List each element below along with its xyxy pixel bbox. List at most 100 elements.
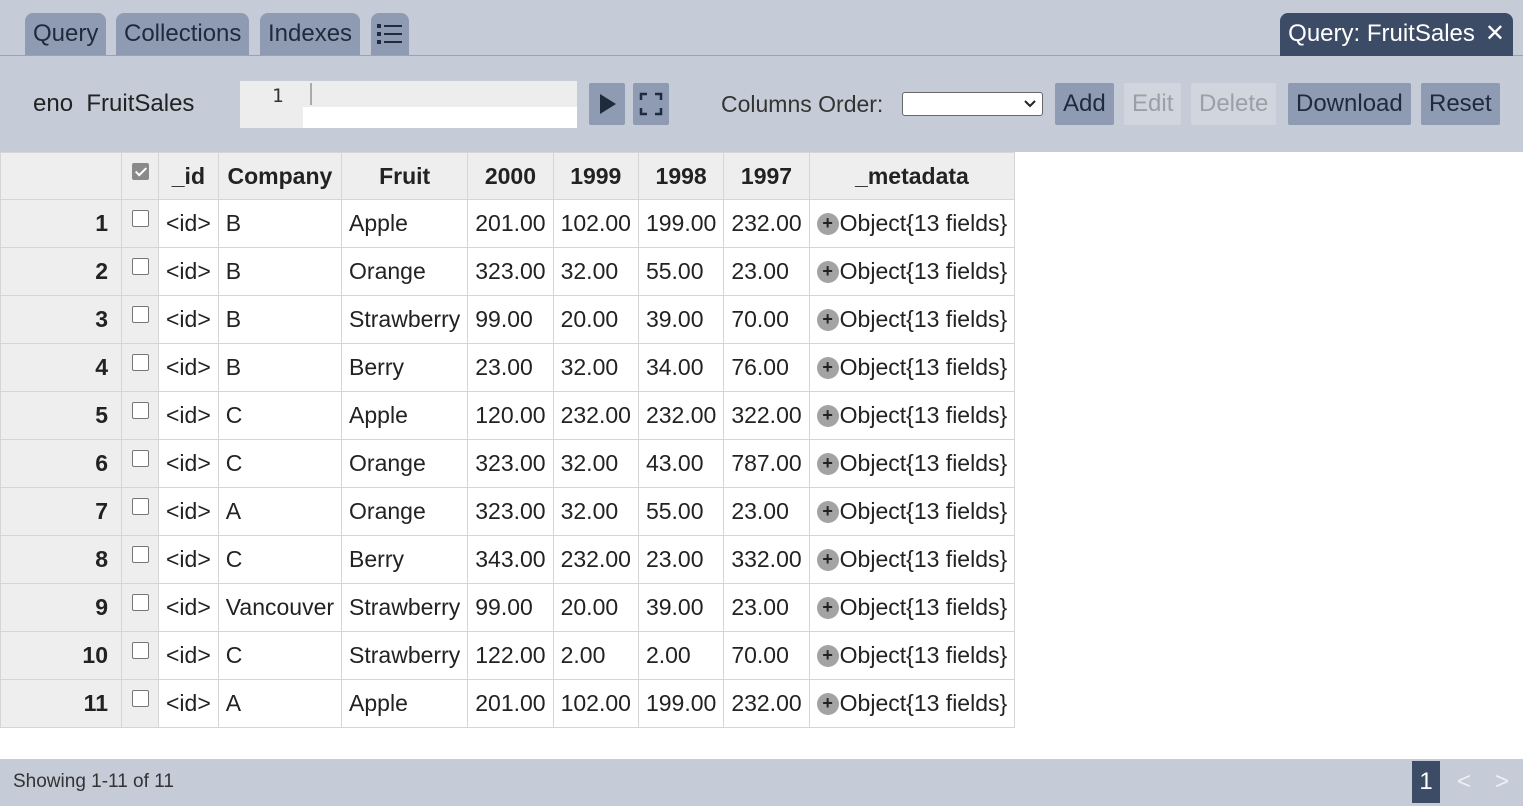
table-row[interactable]: 10 <id> C Strawberry 122.00 2.00 2.00 70.00 + Obj… bbox=[0, 631, 1016, 680]
cell-1998[interactable]: 34.00 bbox=[637, 343, 725, 392]
cell-metadata[interactable]: + Object{13 fields} bbox=[808, 535, 1016, 584]
cell-id[interactable]: <id> bbox=[158, 247, 219, 296]
cell-id[interactable]: <id> bbox=[158, 439, 219, 488]
cell-fruit[interactable]: Strawberry bbox=[341, 631, 469, 680]
run-query-button[interactable] bbox=[589, 83, 625, 125]
column-header[interactable]: 1998 bbox=[637, 152, 725, 200]
cell-2000[interactable]: 323.00 bbox=[467, 439, 554, 488]
row-checkbox[interactable] bbox=[131, 258, 149, 275]
column-header[interactable]: _metadata bbox=[808, 152, 1016, 200]
fullscreen-button[interactable] bbox=[633, 83, 669, 125]
cell-company[interactable]: B bbox=[217, 247, 343, 296]
cell-company[interactable]: A bbox=[217, 679, 343, 728]
row-checkbox[interactable] bbox=[131, 450, 149, 467]
cell-company[interactable]: C bbox=[217, 391, 343, 440]
cell-fruit[interactable]: Orange bbox=[341, 439, 469, 488]
cell-id[interactable]: <id> bbox=[158, 391, 219, 440]
cell-fruit[interactable]: Strawberry bbox=[341, 583, 469, 632]
cell-1999[interactable]: 20.00 bbox=[552, 583, 639, 632]
cell-1998[interactable]: 39.00 bbox=[637, 295, 725, 344]
cell-1999[interactable]: 32.00 bbox=[552, 439, 639, 488]
cell-1998[interactable]: 2.00 bbox=[637, 631, 725, 680]
cell-metadata[interactable]: + Object{13 fields} bbox=[808, 199, 1016, 248]
cell-1997[interactable]: 232.00 bbox=[723, 199, 810, 248]
cell-fruit[interactable]: Orange bbox=[341, 487, 469, 536]
query-editor[interactable]: 1 bbox=[240, 81, 577, 128]
download-button[interactable]: Download bbox=[1288, 83, 1411, 125]
cell-metadata[interactable]: + Object{13 fields} bbox=[808, 679, 1016, 728]
column-header[interactable]: _id bbox=[158, 152, 219, 200]
cell-metadata[interactable]: + Object{13 fields} bbox=[808, 583, 1016, 632]
cell-fruit[interactable]: Apple bbox=[341, 679, 469, 728]
table-row[interactable]: 11 <id> A Apple 201.00 102.00 199.00 232.00 + Obj… bbox=[0, 679, 1016, 728]
cell-1999[interactable]: 102.00 bbox=[552, 679, 639, 728]
cell-id[interactable]: <id> bbox=[158, 343, 219, 392]
cell-id[interactable]: <id> bbox=[158, 199, 219, 248]
cell-1998[interactable]: 199.00 bbox=[637, 679, 725, 728]
table-row[interactable]: 3 <id> B Strawberry 99.00 20.00 39.00 70.00 + Obj… bbox=[0, 295, 1016, 344]
row-checkbox[interactable] bbox=[131, 306, 149, 323]
row-checkbox[interactable] bbox=[131, 690, 149, 707]
cell-1999[interactable]: 32.00 bbox=[552, 487, 639, 536]
cell-1997[interactable]: 232.00 bbox=[723, 679, 810, 728]
prev-page-button[interactable]: < bbox=[1450, 761, 1478, 803]
cell-2000[interactable]: 343.00 bbox=[467, 535, 554, 584]
tab-indexes[interactable]: Indexes bbox=[260, 13, 361, 55]
table-row[interactable]: 9 <id> Vancouver Strawberry 99.00 20.00 39.00 2… bbox=[0, 583, 1016, 632]
expand-icon[interactable]: + bbox=[816, 645, 839, 667]
tab-list[interactable] bbox=[371, 13, 409, 55]
expand-icon[interactable]: + bbox=[816, 453, 839, 475]
row-checkbox[interactable] bbox=[131, 546, 149, 563]
cell-1999[interactable]: 32.00 bbox=[552, 343, 639, 392]
cell-1998[interactable]: 232.00 bbox=[637, 391, 725, 440]
cell-metadata[interactable]: + Object{13 fields} bbox=[808, 391, 1016, 440]
next-page-button[interactable]: > bbox=[1488, 761, 1516, 803]
cell-2000[interactable]: 23.00 bbox=[467, 343, 554, 392]
delete-button[interactable]: Delete bbox=[1191, 83, 1277, 125]
expand-icon[interactable]: + bbox=[816, 693, 839, 715]
cell-1997[interactable]: 787.00 bbox=[723, 439, 810, 488]
expand-icon[interactable]: + bbox=[816, 261, 839, 283]
cell-1997[interactable]: 23.00 bbox=[723, 247, 810, 296]
cell-fruit[interactable]: Apple bbox=[341, 199, 469, 248]
cell-metadata[interactable]: + Object{13 fields} bbox=[808, 631, 1016, 680]
table-row[interactable]: 4 <id> B Berry 23.00 32.00 34.00 76.00 + Object{1… bbox=[0, 343, 1016, 392]
cell-id[interactable]: <id> bbox=[158, 679, 219, 728]
row-checkbox[interactable] bbox=[131, 402, 149, 419]
cell-fruit[interactable]: Berry bbox=[341, 535, 469, 584]
cell-1998[interactable]: 43.00 bbox=[637, 439, 725, 488]
cell-2000[interactable]: 201.00 bbox=[467, 679, 554, 728]
table-row[interactable]: 5 <id> C Apple 120.00 232.00 232.00 322.00 + Obje… bbox=[0, 391, 1016, 440]
cell-fruit[interactable]: Apple bbox=[341, 391, 469, 440]
cell-company[interactable]: C bbox=[217, 631, 343, 680]
reset-button[interactable]: Reset bbox=[1421, 83, 1500, 125]
expand-icon[interactable]: + bbox=[816, 501, 839, 523]
expand-icon[interactable]: + bbox=[816, 597, 839, 619]
cell-1997[interactable]: 76.00 bbox=[723, 343, 810, 392]
column-header[interactable]: Fruit bbox=[341, 152, 469, 200]
cell-1998[interactable]: 23.00 bbox=[637, 535, 725, 584]
cell-2000[interactable]: 201.00 bbox=[467, 199, 554, 248]
add-button[interactable]: Add bbox=[1055, 83, 1114, 125]
cell-id[interactable]: <id> bbox=[158, 295, 219, 344]
select-all-checkbox[interactable] bbox=[131, 162, 149, 180]
cell-1997[interactable]: 23.00 bbox=[723, 583, 810, 632]
row-checkbox[interactable] bbox=[131, 354, 149, 371]
cell-id[interactable]: <id> bbox=[158, 487, 219, 536]
cell-company[interactable]: B bbox=[217, 199, 343, 248]
cell-2000[interactable]: 323.00 bbox=[467, 487, 554, 536]
columns-order-select[interactable] bbox=[902, 92, 1043, 116]
cell-1999[interactable]: 232.00 bbox=[552, 535, 639, 584]
cell-1999[interactable]: 102.00 bbox=[552, 199, 639, 248]
cell-company[interactable]: B bbox=[217, 343, 343, 392]
cell-2000[interactable]: 99.00 bbox=[467, 295, 554, 344]
cell-2000[interactable]: 122.00 bbox=[467, 631, 554, 680]
cell-1997[interactable]: 70.00 bbox=[723, 295, 810, 344]
column-header[interactable]: 2000 bbox=[467, 152, 554, 200]
cell-id[interactable]: <id> bbox=[158, 631, 219, 680]
table-row[interactable]: 2 <id> B Orange 323.00 32.00 55.00 23.00 + Object… bbox=[0, 247, 1016, 296]
cell-1998[interactable]: 55.00 bbox=[637, 487, 725, 536]
expand-icon[interactable]: + bbox=[816, 309, 839, 331]
cell-1998[interactable]: 199.00 bbox=[637, 199, 725, 248]
cell-1998[interactable]: 55.00 bbox=[637, 247, 725, 296]
